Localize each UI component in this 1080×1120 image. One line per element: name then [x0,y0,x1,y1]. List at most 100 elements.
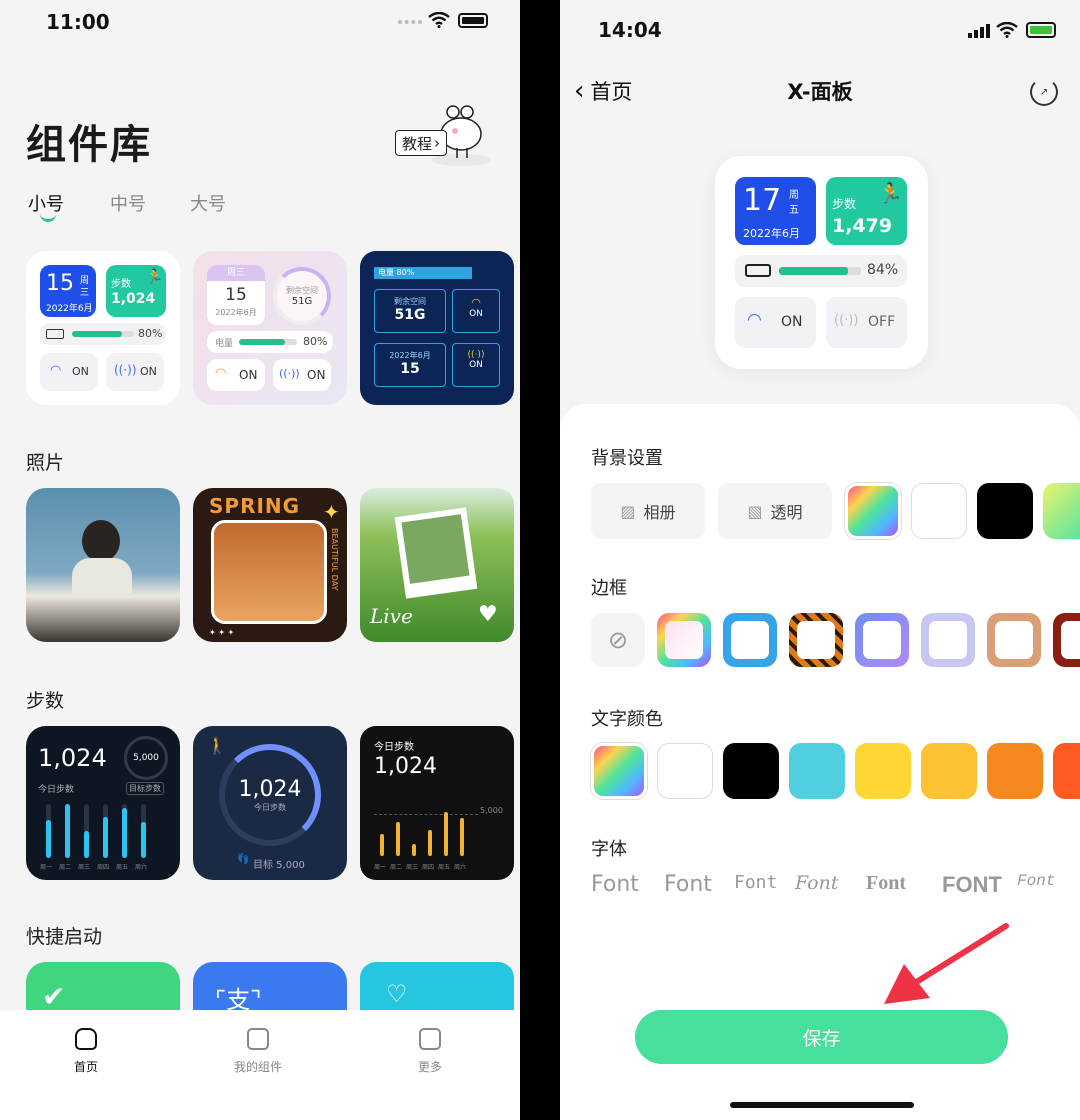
text-color-swatch[interactable] [657,743,713,799]
steps-widget-2[interactable]: 🚶 1,024 今日步数 👣 目标 5,000 [193,726,347,880]
home-icon [75,1028,97,1050]
cellular-icon: ((·)) [834,313,859,328]
step-bar [84,831,89,858]
save-button[interactable]: 保存 [635,1010,1008,1064]
sparkle-icon: ✦ [323,500,340,524]
wifi-icon: ◠ [215,366,227,381]
border-blue[interactable] [723,613,777,667]
text-color-swatch[interactable] [1053,743,1080,799]
image-icon: ▨ [620,501,636,521]
bg-swatch-black[interactable] [977,483,1033,539]
day-label: 周六 [135,864,148,871]
widget-card-1[interactable]: 15 周 三 2022年6月 步数 1,024 🏃 80% ◠ ON ((·))… [26,251,180,405]
font-option-6[interactable]: FONT [942,872,1002,898]
tab-small[interactable]: 小号 [28,190,64,216]
font-option-1[interactable]: Font [591,872,639,897]
section-border: 边框 [591,578,627,599]
heart-icon: ♡ [386,980,408,1008]
font-option-7[interactable]: Font [1017,872,1055,890]
heart-icon: ♥ [478,602,498,627]
battery-icon [458,13,488,28]
day-label: 周五 [438,864,451,871]
back-button[interactable]: ‹ 首页 [574,76,632,106]
tab-medium[interactable]: 中号 [110,190,146,216]
text-color-swatch[interactable] [723,743,779,799]
border-purple[interactable] [855,613,909,667]
day-label: 周四 [97,864,110,871]
nav-more[interactable]: 更多 [370,1022,490,1075]
text-color-swatch[interactable] [789,743,845,799]
wifi-icon: ◠ [747,310,762,330]
step-bar [396,822,400,856]
step-bar [46,820,51,858]
cellular-icon: ((·)) [279,367,300,380]
photo-widget-2[interactable]: SPRING ✦ BEAUTIFUL DAY ✦ ✦ ✦ [193,488,347,642]
cellular-icon: ((·)) [114,363,137,377]
page-title: 组件库 [26,122,152,168]
check-icon: ✔ [42,980,66,1013]
nav-home[interactable]: 首页 [26,1022,146,1075]
bg-album-button[interactable]: ▨ 相册 [591,483,705,539]
step-bar [65,804,70,858]
border-wood[interactable] [987,613,1041,667]
step-bar [122,807,127,858]
widget-card-3[interactable]: 电量 80% 剩余空间 51G ◠ ON 2022年6月 15 ((·)) ON [360,251,514,405]
battery-icon [46,329,64,339]
polaroid-image [394,507,478,599]
day-label: 周三 [78,864,91,871]
bg-transparent-button[interactable]: ▧ 透明 [718,483,832,539]
walker-icon: 🚶 [207,736,227,755]
section-steps: 步数 [26,690,65,712]
font-option-4[interactable]: Font [795,872,838,894]
reset-button[interactable]: ↗ [1030,78,1058,106]
steps-widget-1[interactable]: 1,024 5,000 今日步数 目标步数 周一 周二 周三 周四 周五 周六 [26,726,180,880]
font-option-5[interactable]: Font [866,872,906,895]
border-lavender[interactable] [921,613,975,667]
section-font: 字体 [591,839,627,860]
widget-steps: 1,024 [111,291,156,307]
wifi-icon: ◠ [471,296,481,309]
day-label: 周一 [374,864,387,871]
tab-indicator [40,214,56,222]
day-label: 周二 [59,864,72,871]
day-label: 周二 [390,864,403,871]
grid-icon [419,1028,441,1050]
day-label: 周五 [116,864,129,871]
step-bar [428,830,432,856]
border-tiger[interactable] [789,613,843,667]
section-text-color: 文字颜色 [591,709,663,730]
border-rainbow[interactable] [657,613,711,667]
bg-swatch-lime[interactable] [1043,483,1080,539]
text-color-swatch[interactable] [987,743,1043,799]
bottom-nav: 首页 我的组件 更多 [0,1010,520,1120]
photo-widget-1[interactable] [26,488,180,642]
portrait-image [211,520,327,624]
text-color-gradient[interactable] [591,743,647,799]
step-bar [141,822,146,858]
widget-preview: 17 周 五 2022年6月 步数 1,479 🏃 84% ◠ ON ((·))… [715,156,928,369]
step-bar [460,818,464,856]
steps-widget-3[interactable]: 今日步数 1,024 5,000 周一 周二 周三 周四 周五 周六 [360,726,514,880]
home-indicator [730,1102,914,1108]
widget-card-2[interactable]: 周三 15 2022年6月 剩余空间 51G 电量 80% ◠ ON ((·))… [193,251,347,405]
font-option-2[interactable]: Font [664,872,712,897]
photo-widget-3[interactable]: Live ♥ [360,488,514,642]
battery-icon [745,264,771,277]
tutorial-button[interactable]: 教程 › [395,100,495,172]
arrow-icon [884,923,1009,1004]
refresh-icon: ↗ [1039,86,1049,98]
border-none[interactable]: ⊘ [591,613,645,667]
section-background: 背景设置 [591,448,663,469]
text-color-swatch[interactable] [855,743,911,799]
wifi-icon [428,12,450,28]
font-option-3[interactable]: Font [734,872,777,893]
border-red[interactable] [1053,613,1080,667]
widget-day: 15 [46,271,74,296]
bg-swatch-gradient[interactable] [845,483,901,539]
nav-my-widgets[interactable]: 我的组件 [198,1022,318,1075]
tab-large[interactable]: 大号 [190,190,226,216]
text-color-swatch[interactable] [921,743,977,799]
wifi-icon: ◠ [50,363,62,378]
bg-swatch-white[interactable] [911,483,967,539]
runner-icon: 🏃 [146,269,164,285]
